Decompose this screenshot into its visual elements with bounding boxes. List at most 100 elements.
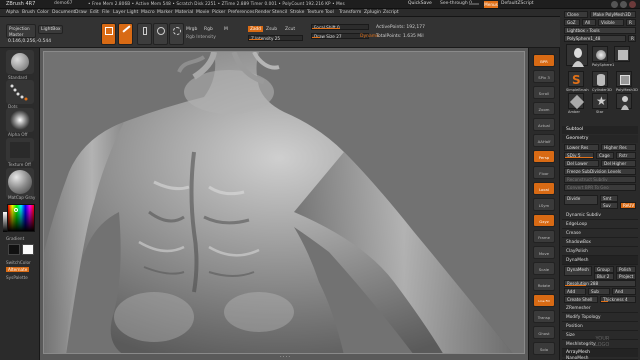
- floor-button[interactable]: Floor: [533, 166, 555, 179]
- menu-color[interactable]: Color: [37, 10, 49, 15]
- r-button-2[interactable]: R: [628, 35, 636, 42]
- suv-button[interactable]: Suv: [600, 202, 618, 209]
- menu-material[interactable]: Material: [175, 10, 193, 15]
- make-polymesh-button[interactable]: Make PolyMesh3D: [590, 11, 636, 18]
- maximize-icon[interactable]: [620, 1, 627, 8]
- modify-topology-section[interactable]: Modify Topology: [562, 313, 638, 322]
- lightbox-button[interactable]: LightBox: [38, 25, 63, 34]
- sub-button[interactable]: Sub: [588, 288, 610, 295]
- menu-file[interactable]: File: [102, 10, 110, 15]
- ghost-button[interactable]: Ghost: [533, 326, 555, 339]
- r-button[interactable]: R: [626, 19, 636, 26]
- document-canvas[interactable]: • • • •: [40, 48, 528, 360]
- see-through-slider[interactable]: See-through 0: [440, 1, 472, 6]
- group-button[interactable]: Group: [594, 266, 614, 273]
- gradient-label[interactable]: Gradient: [6, 236, 24, 241]
- freeze-subdivision-button[interactable]: Freeze SubDivision Levels: [564, 168, 636, 175]
- del-lower-button[interactable]: Del Lower: [564, 160, 599, 167]
- secondary-color-swatch[interactable]: [22, 244, 34, 255]
- z-intensity-slider[interactable]: Z Intensity 25: [248, 35, 303, 41]
- texture-slot[interactable]: [6, 138, 34, 162]
- draw-button[interactable]: [118, 23, 133, 45]
- reuv-button[interactable]: ReUV: [620, 202, 636, 209]
- lightbox-tools-button[interactable]: Lightbox › Tools: [564, 27, 636, 34]
- visible-button[interactable]: Visible: [598, 19, 624, 26]
- menu-render[interactable]: Render: [255, 10, 271, 15]
- local-button[interactable]: Local: [533, 182, 555, 195]
- sculpt-model[interactable]: [44, 52, 525, 354]
- menu-light[interactable]: Light: [127, 10, 138, 15]
- create-shell-button[interactable]: Create Shell: [564, 296, 598, 303]
- transp-button[interactable]: Transp: [533, 310, 555, 323]
- quicksave-button[interactable]: QuickSave: [408, 1, 432, 6]
- menu-stencil[interactable]: Stencil: [272, 10, 287, 15]
- claypolish-section[interactable]: ClayPolish: [562, 247, 638, 256]
- menu-brush[interactable]: Brush: [22, 10, 35, 15]
- shadowbox-section[interactable]: ShadowBox: [562, 238, 638, 247]
- tool-thumb-3[interactable]: [614, 46, 630, 62]
- menu-transform[interactable]: Transform: [339, 10, 361, 15]
- menu-zscript[interactable]: Zscript: [383, 10, 399, 15]
- zadd-button[interactable]: Zadd: [248, 26, 263, 32]
- lsym-button[interactable]: LSym: [533, 198, 555, 211]
- default-script-button[interactable]: DefaultZScript: [501, 1, 534, 6]
- reconstruct-subdiv-button[interactable]: Reconstruct Subdiv: [564, 176, 636, 183]
- tool-thumb-star[interactable]: ★: [592, 93, 608, 109]
- color-picker[interactable]: [7, 204, 35, 232]
- menu-document[interactable]: Document: [52, 10, 75, 15]
- solo-button[interactable]: Solo: [533, 342, 555, 355]
- gxyz-button[interactable]: Gxyz: [533, 214, 555, 227]
- polish-button[interactable]: Polish: [616, 266, 636, 273]
- menu-movie[interactable]: Movie: [196, 10, 209, 15]
- alpha-slot[interactable]: [6, 108, 34, 132]
- tool-thumb-2[interactable]: [592, 46, 608, 62]
- tool-thumb-simplebrush[interactable]: S: [568, 71, 584, 87]
- canvas-scrollbar[interactable]: • • • •: [255, 355, 315, 359]
- sys-palette-button[interactable]: SysPalette: [6, 275, 28, 280]
- dynamic-subdiv-section[interactable]: Dynamic Subdiv: [562, 211, 638, 220]
- zsub-button[interactable]: Zsub: [266, 27, 277, 32]
- smt-button[interactable]: Smt: [600, 195, 618, 202]
- add-button[interactable]: Add: [564, 288, 586, 295]
- stroke-slot[interactable]: [6, 80, 34, 104]
- resolution-slider[interactable]: Resolution 288: [564, 280, 636, 287]
- higher-res-button[interactable]: Higher Res: [601, 144, 636, 151]
- divide-button[interactable]: Divide: [564, 195, 598, 205]
- menu-texture[interactable]: Texture: [307, 10, 323, 15]
- tool-thumb-cylinder[interactable]: [592, 71, 608, 87]
- spix-button[interactable]: SPix 3: [533, 70, 555, 83]
- tool-thumb-figure2[interactable]: [616, 93, 632, 110]
- cage-button[interactable]: Cage: [596, 152, 614, 159]
- edit-button[interactable]: [101, 23, 116, 45]
- main-color-swatch[interactable]: [8, 244, 20, 255]
- and-button[interactable]: And: [612, 288, 636, 295]
- rotate-view-button[interactable]: Rotate: [533, 278, 555, 291]
- current-tool-slider[interactable]: PolySphere1_48: [564, 35, 626, 42]
- subtool-section[interactable]: Subtool: [562, 126, 638, 134]
- projection-master-button[interactable]: Projection Master: [6, 24, 36, 38]
- scale-view-button[interactable]: Scale: [533, 262, 555, 275]
- tool-thumb-polymesh[interactable]: [616, 71, 632, 87]
- viewport[interactable]: [43, 51, 525, 354]
- menu-edit[interactable]: Edit: [90, 10, 99, 15]
- polyf-button[interactable]: Line Fill PolyF: [533, 294, 555, 316]
- menus-toggle[interactable]: Menus: [484, 1, 498, 8]
- rgb-button[interactable]: Rgb: [204, 27, 213, 32]
- blur-slider[interactable]: Blur 2: [594, 273, 614, 280]
- aahalf-button[interactable]: AAHalf: [533, 134, 555, 147]
- clone-button[interactable]: Clone: [564, 11, 588, 18]
- geometry-section[interactable]: Geometry: [562, 135, 638, 143]
- color-picker-cursor[interactable]: [14, 208, 18, 212]
- rotate-button[interactable]: [169, 23, 184, 45]
- position-section[interactable]: Position: [562, 322, 638, 331]
- menu-marker[interactable]: Marker: [157, 10, 173, 15]
- tool-thumb-amber[interactable]: [568, 93, 585, 110]
- menu-alpha[interactable]: Alpha: [6, 10, 19, 15]
- m-button[interactable]: M: [224, 27, 228, 32]
- rstr-button[interactable]: Rstr: [616, 152, 636, 159]
- minimize-icon[interactable]: [611, 1, 618, 8]
- persp-button[interactable]: Persp: [533, 150, 555, 163]
- scale-button[interactable]: [153, 23, 168, 45]
- menu-preferences[interactable]: Preferences: [228, 10, 254, 15]
- lower-res-button[interactable]: Lower Res: [564, 144, 599, 151]
